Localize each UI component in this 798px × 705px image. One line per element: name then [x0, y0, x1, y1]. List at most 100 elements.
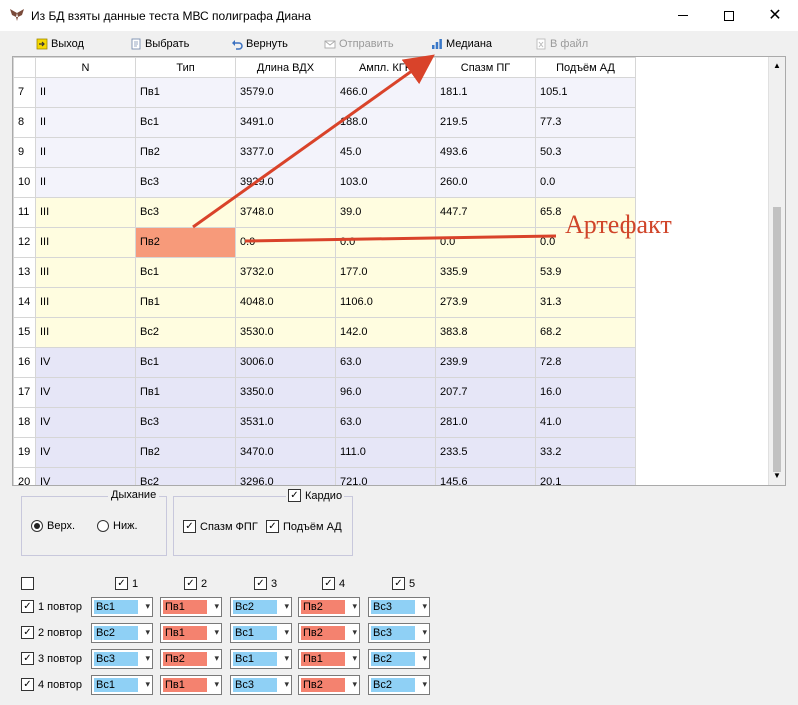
table-cell[interactable]: II [35, 106, 136, 138]
table-row[interactable]: 11 III Вс3 3748.0 39.0 447.7 65.8 [13, 196, 636, 228]
table-cell[interactable]: 239.9 [435, 346, 536, 378]
table-cell[interactable]: 207.7 [435, 376, 536, 408]
type-combobox[interactable]: Вс3 ▾ [230, 675, 292, 695]
table-cell[interactable]: Пв2 [135, 436, 236, 468]
table-cell[interactable]: 53.9 [535, 256, 636, 288]
column-header[interactable]: Подъём АД [535, 57, 636, 78]
table-cell[interactable]: 3732.0 [235, 256, 336, 288]
type-combobox[interactable]: Вс1 ▾ [230, 623, 292, 643]
table-cell[interactable]: III [35, 226, 136, 258]
table-cell[interactable]: III [35, 286, 136, 318]
table-cell[interactable]: 111.0 [335, 436, 436, 468]
table-cell[interactable]: 41.0 [535, 406, 636, 438]
type-combobox[interactable]: Вс3 ▾ [368, 597, 430, 617]
table-cell[interactable]: Вс3 [135, 196, 236, 228]
bp-checkbox[interactable]: ✓ Подъём АД [266, 520, 342, 533]
table-cell[interactable]: Вс3 [135, 166, 236, 198]
maximize-button[interactable] [706, 0, 752, 31]
table-cell[interactable]: 383.8 [435, 316, 536, 348]
chevron-down-icon[interactable]: ▾ [422, 627, 427, 638]
table-row[interactable]: 17 IV Пв1 3350.0 96.0 207.7 16.0 [13, 376, 636, 408]
table-cell[interactable]: 273.9 [435, 286, 536, 318]
row-number-cell[interactable]: 7 [13, 76, 36, 108]
select-button[interactable]: Выбрать [130, 36, 189, 52]
table-cell[interactable]: 68.2 [535, 316, 636, 348]
chevron-down-icon[interactable]: ▾ [352, 653, 357, 664]
table-row[interactable]: 12 III Пв2 0.0 0.0 0.0 0.0 [13, 226, 636, 258]
table-cell[interactable]: 1106.0 [335, 286, 436, 318]
table-cell[interactable]: 3929.0 [235, 166, 336, 198]
table-cell[interactable]: 72.8 [535, 346, 636, 378]
table-cell[interactable]: Вс2 [135, 316, 236, 348]
table-cell[interactable]: 260.0 [435, 166, 536, 198]
table-row[interactable]: 13 III Вс1 3732.0 177.0 335.9 53.9 [13, 256, 636, 288]
row-number-cell[interactable]: 14 [13, 286, 36, 318]
table-cell[interactable]: 3579.0 [235, 76, 336, 108]
row-number-cell[interactable]: 18 [13, 406, 36, 438]
table-cell[interactable]: 0.0 [535, 166, 636, 198]
type-combobox[interactable]: Пв1 ▾ [160, 623, 222, 643]
type-combobox[interactable]: Пв1 ▾ [160, 597, 222, 617]
back-button[interactable]: Вернуть [231, 36, 288, 52]
table-row[interactable]: 10 II Вс3 3929.0 103.0 260.0 0.0 [13, 166, 636, 198]
column-checkbox[interactable]: ✓ 1 [115, 577, 138, 590]
table-cell[interactable]: 3491.0 [235, 106, 336, 138]
table-cell[interactable]: 3006.0 [235, 346, 336, 378]
table-cell[interactable]: Пв1 [135, 76, 236, 108]
table-cell[interactable]: 3377.0 [235, 136, 336, 168]
table-cell[interactable]: 96.0 [335, 376, 436, 408]
table-cell[interactable]: 20.1 [535, 466, 636, 485]
table-cell[interactable]: 466.0 [335, 76, 436, 108]
upper-radio[interactable]: Верх. [31, 520, 75, 532]
type-combobox[interactable]: Вс3 ▾ [91, 649, 153, 669]
table-row[interactable]: 20 IV Вс2 3296.0 721.0 145.6 20.1 [13, 466, 636, 485]
table-row[interactable]: 16 IV Вс1 3006.0 63.0 239.9 72.8 [13, 346, 636, 378]
chevron-down-icon[interactable]: ▾ [422, 653, 427, 664]
chevron-down-icon[interactable]: ▾ [284, 679, 289, 690]
chevron-down-icon[interactable]: ▾ [145, 627, 150, 638]
column-header[interactable]: Длина ВДХ [235, 57, 336, 78]
radio-icon[interactable] [31, 520, 43, 532]
row-number-cell[interactable]: 12 [13, 226, 36, 258]
table-cell[interactable]: Вс1 [135, 106, 236, 138]
type-combobox[interactable]: Пв2 ▾ [298, 597, 360, 617]
row-number-cell[interactable]: 19 [13, 436, 36, 468]
table-cell[interactable]: IV [35, 436, 136, 468]
row-number-cell[interactable]: 15 [13, 316, 36, 348]
table-cell[interactable]: 3350.0 [235, 376, 336, 408]
table-cell[interactable]: 0.0 [335, 226, 436, 258]
table-cell[interactable]: IV [35, 406, 136, 438]
chevron-down-icon[interactable]: ▾ [352, 679, 357, 690]
vertical-scrollbar[interactable]: ▲ ▼ [768, 57, 785, 485]
table-cell[interactable]: 142.0 [335, 316, 436, 348]
column-header[interactable]: Тип [135, 57, 236, 78]
table-cell[interactable]: 63.0 [335, 406, 436, 438]
type-combobox[interactable]: Вс2 ▾ [230, 597, 292, 617]
select-all-checkbox[interactable] [21, 577, 34, 590]
median-button[interactable]: Медиана [431, 36, 492, 52]
table-row[interactable]: 7 II Пв1 3579.0 466.0 181.1 105.1 [13, 76, 636, 108]
repeat-row-checkbox[interactable]: ✓ 1 повтор [21, 600, 82, 613]
checkbox-icon[interactable]: ✓ [392, 577, 405, 590]
table-cell[interactable]: 3530.0 [235, 316, 336, 348]
column-header[interactable]: Спазм ПГ [435, 57, 536, 78]
repeat-row-checkbox[interactable]: ✓ 4 повтор [21, 678, 82, 691]
chevron-down-icon[interactable]: ▾ [352, 627, 357, 638]
chevron-down-icon[interactable]: ▾ [214, 679, 219, 690]
table-cell[interactable]: 50.3 [535, 136, 636, 168]
table-cell[interactable]: Пв1 [135, 286, 236, 318]
exit-button[interactable]: Выход [36, 36, 84, 52]
table-cell[interactable]: 33.2 [535, 436, 636, 468]
lower-radio[interactable]: Ниж. [97, 520, 138, 532]
type-combobox[interactable]: Вс1 ▾ [91, 675, 153, 695]
chevron-down-icon[interactable]: ▾ [145, 653, 150, 664]
table-cell[interactable]: Вс1 [135, 256, 236, 288]
table-cell[interactable]: 219.5 [435, 106, 536, 138]
table-cell[interactable]: 45.0 [335, 136, 436, 168]
type-combobox[interactable]: Вс3 ▾ [368, 623, 430, 643]
chevron-down-icon[interactable]: ▾ [284, 601, 289, 612]
table-cell[interactable]: III [35, 316, 136, 348]
chevron-down-icon[interactable]: ▾ [422, 679, 427, 690]
table-cell[interactable]: IV [35, 466, 136, 485]
table-cell[interactable]: II [35, 76, 136, 108]
